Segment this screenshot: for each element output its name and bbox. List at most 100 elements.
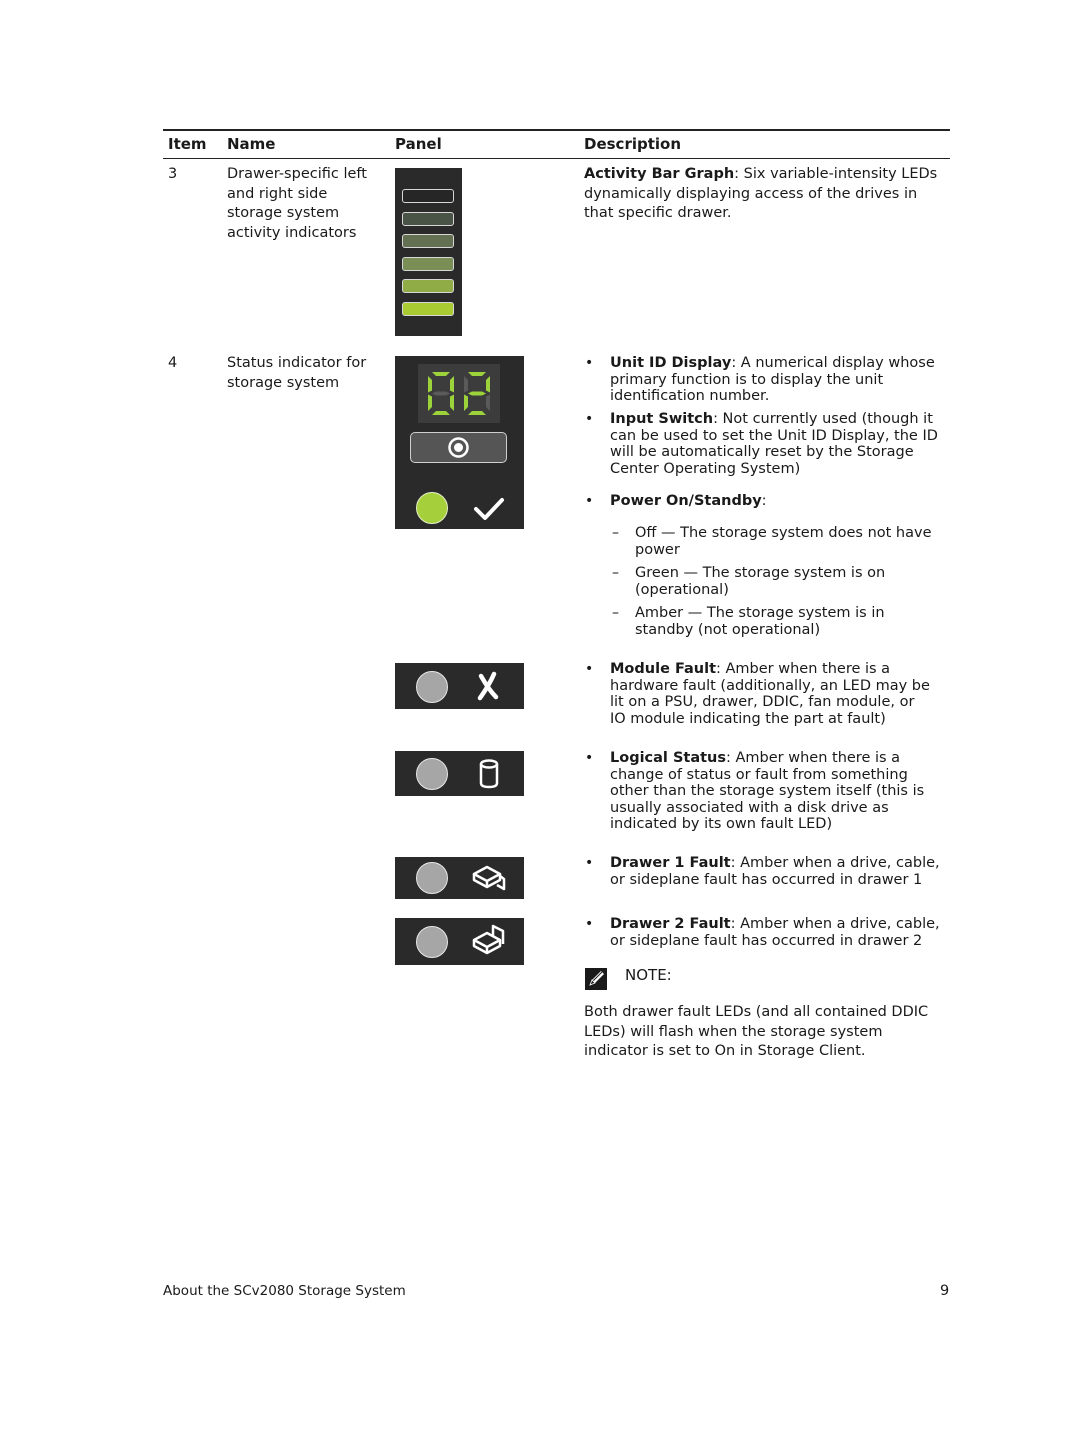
drawer-1-fault-panel (395, 857, 524, 899)
name-line: Drawer-specific left (227, 166, 367, 182)
header-panel: Panel (395, 135, 442, 153)
bullet-text: indicated by its own fault LED) (610, 816, 833, 832)
bullet-term: Logical Status (610, 750, 726, 766)
bullet-text: : Amber when there is a (716, 661, 891, 677)
segment-b (486, 376, 490, 393)
bullet-text: : A numerical display whose (731, 355, 935, 371)
segment-f (428, 376, 432, 393)
name-line: Status indicator for (227, 355, 367, 371)
row-description: Activity Bar Graph: Six variable-intensi… (584, 165, 944, 224)
activity-led-bar (402, 256, 454, 271)
bullet-text: IO module indicating the part at fault) (610, 710, 886, 727)
table-top-rule (163, 129, 950, 131)
row-name: Status indicator for storage system (227, 354, 387, 393)
note-text: indicator is set to On in Storage Client… (584, 1043, 866, 1059)
name-line: storage system (227, 374, 340, 391)
sub-item-amber: Amber — The storage system is in standby… (635, 605, 950, 638)
note-text: LEDs) will flash when the storage system (584, 1023, 883, 1040)
bullet-dot: • (585, 493, 594, 509)
dash-marker: – (612, 525, 619, 541)
unit-id-display (418, 364, 500, 423)
bullet-text: Center Operating System) (610, 460, 801, 477)
bullet-term: Module Fault (610, 661, 717, 677)
sub-item-green: Green — The storage system is on (operat… (635, 565, 950, 598)
drawer-2-fault-led (416, 926, 448, 958)
bullet-text: usually associated with a disk drive as (610, 799, 889, 816)
bullet-text: or sideplane fault has occurred in drawe… (610, 871, 923, 888)
header-description: Description (584, 135, 682, 153)
bullet-text: primary function is to display the unit (610, 371, 884, 388)
bullet-text: will be automatically reset by the Stora… (610, 444, 914, 460)
activity-led-bar (402, 301, 454, 316)
drawer-1-icon (472, 865, 506, 891)
segment-d (432, 411, 450, 415)
segment-c (450, 394, 454, 411)
description-text: dynamically displaying access of the dri… (584, 185, 918, 202)
bullet-text: lit on a PSU, drawer, DDIC, fan module, … (610, 694, 915, 710)
segment-c (486, 394, 490, 411)
bullet-dot: • (585, 750, 594, 766)
sub-text: Off — The storage system does not have (635, 525, 932, 541)
bullet-module-fault: Module Fault: Amber when there is a hard… (610, 661, 950, 727)
status-indicator-panel (395, 356, 524, 529)
bullet-term: Input Switch (610, 411, 714, 427)
bullet-text: change of status or fault from something (610, 766, 908, 783)
bullet-text: : Amber when there is a (726, 750, 901, 766)
bullet-dot: • (585, 855, 594, 871)
segment-f (464, 376, 468, 393)
logical-status-panel (395, 751, 524, 796)
bullet-text: hardware fault (additionally, an LED may… (610, 677, 930, 694)
segment-b (450, 376, 454, 393)
activity-bar-graph-panel (395, 168, 462, 336)
dash-marker: – (612, 605, 619, 621)
bullet-text: other than the storage system itself (th… (610, 783, 925, 799)
seven-segment-digits (428, 372, 490, 415)
bullet-dot: • (585, 916, 594, 932)
drawer-2-fault-panel (395, 918, 524, 965)
cylinder-disk-icon (479, 759, 499, 789)
bullet-unit-id-display: Unit ID Display: A numerical display who… (610, 355, 950, 405)
input-switch-button[interactable] (410, 432, 507, 463)
bullet-text: identification number. (610, 388, 770, 404)
name-line: and right side (227, 185, 328, 202)
logical-status-led (416, 758, 448, 790)
header-item: Item (168, 135, 207, 153)
segment-g (432, 391, 450, 396)
activity-led-bar (402, 234, 454, 248)
note-text: Both drawer fault LEDs (and all containe… (584, 1004, 929, 1020)
row-name: Drawer-specific left and right side stor… (227, 165, 387, 243)
sub-text: power (635, 541, 680, 558)
drawer-1-fault-led (416, 862, 448, 894)
sub-text: Green — The storage system is on (635, 565, 886, 581)
bullet-term: Drawer 1 Fault (610, 855, 731, 871)
bullet-text: : (761, 493, 767, 509)
name-line: activity indicators (227, 224, 357, 241)
bullet-power-on-standby: Power On/Standby: (610, 493, 950, 510)
row-item-number: 4 (168, 355, 178, 371)
segment-g (468, 391, 486, 396)
activity-led-bar (402, 189, 454, 203)
bullet-dot: • (585, 355, 594, 371)
description-text: that specific drawer. (584, 205, 732, 221)
segment-d (468, 411, 486, 415)
segment-a (432, 372, 450, 376)
description-text: : Six variable-intensity LEDs (734, 166, 938, 182)
bullet-text: or sideplane fault has occurred in drawe… (610, 932, 923, 949)
power-led (416, 492, 448, 524)
note-body: Both drawer fault LEDs (and all containe… (584, 1003, 954, 1062)
activity-led-bar (402, 279, 454, 293)
bullet-text: : Amber when a drive, cable, (730, 855, 940, 871)
table-header-rule (163, 158, 950, 159)
header-name: Name (227, 135, 276, 153)
bullet-term: Unit ID Display (610, 355, 732, 371)
activity-led-bar (402, 211, 454, 226)
bullet-text: : Not currently used (though it (713, 411, 933, 427)
bullet-term: Power On/Standby (610, 493, 762, 509)
x-mark-icon (477, 671, 499, 701)
segment-a (468, 372, 486, 376)
sub-text: (operational) (635, 581, 729, 598)
bullet-dot: • (585, 411, 594, 427)
description-term: Activity Bar Graph (584, 166, 735, 182)
segment-e (428, 394, 432, 411)
dash-marker: – (612, 565, 619, 581)
